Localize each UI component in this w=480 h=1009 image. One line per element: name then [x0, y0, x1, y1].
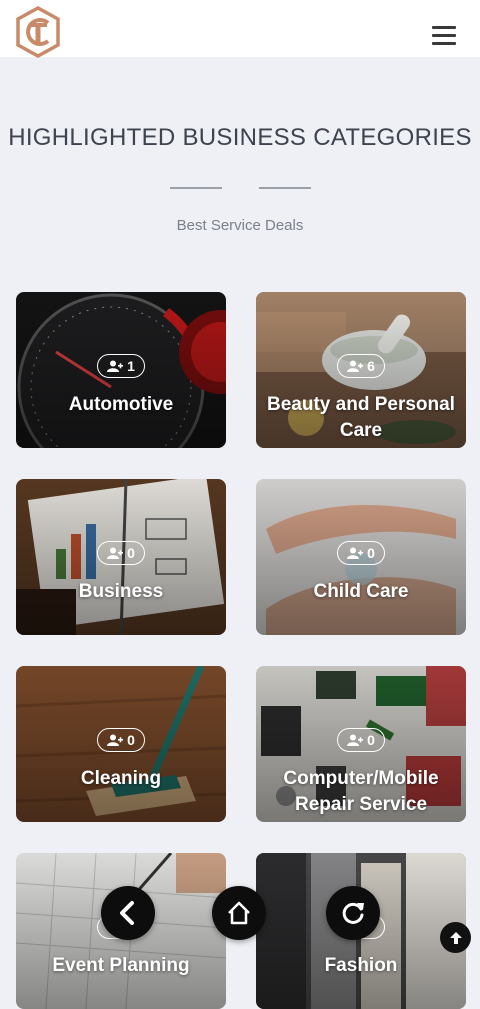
- user-plus-icon: [107, 360, 124, 372]
- user-plus-icon: [107, 547, 124, 559]
- arrow-up-icon: [449, 931, 462, 944]
- listing-count: 1: [127, 358, 135, 374]
- category-name: Cleaning: [80, 768, 162, 789]
- title-divider: [170, 187, 222, 189]
- refresh-button[interactable]: [326, 886, 380, 940]
- category-name: Computer/Mobile Repair Service: [283, 768, 439, 815]
- category-card-automotive[interactable]: 1 Automotive: [16, 292, 226, 448]
- title-divider: [259, 187, 311, 189]
- user-plus-icon: [347, 360, 364, 372]
- hamburger-menu-icon[interactable]: [432, 26, 456, 46]
- listing-count-badge: 0: [97, 728, 145, 752]
- category-card-business[interactable]: 0 Business: [16, 479, 226, 635]
- chevron-left-icon: [120, 901, 134, 925]
- listing-count: 6: [367, 358, 375, 374]
- category-name: Fashion: [324, 955, 398, 976]
- scroll-to-top-button[interactable]: [440, 922, 471, 953]
- listing-count: 0: [127, 732, 135, 748]
- listing-count: 0: [127, 545, 135, 561]
- section-title: HIGHLIGHTED BUSINESS CATEGORIES: [8, 124, 472, 151]
- category-card-child-care[interactable]: 0 Child Care: [256, 479, 466, 635]
- category-name: Event Planning: [52, 955, 190, 976]
- user-plus-icon: [107, 734, 124, 746]
- category-name: Child Care: [313, 581, 409, 602]
- home-button[interactable]: [212, 886, 266, 940]
- category-name: Business: [78, 581, 164, 602]
- category-card-beauty[interactable]: 6 Beauty and Personal Care: [256, 292, 466, 448]
- refresh-icon: [342, 902, 364, 924]
- listing-count-badge: 6: [337, 354, 385, 378]
- category-name: Beauty and Personal Care: [267, 394, 455, 441]
- listing-count-badge: 0: [337, 728, 385, 752]
- user-plus-icon: [347, 547, 364, 559]
- tc-logo-icon[interactable]: [14, 6, 62, 58]
- listing-count: 0: [367, 545, 375, 561]
- category-card-cleaning[interactable]: 0 Cleaning: [16, 666, 226, 822]
- listing-count: 0: [367, 732, 375, 748]
- back-button[interactable]: [101, 886, 155, 940]
- listing-count-badge: 0: [337, 541, 385, 565]
- user-plus-icon: [347, 734, 364, 746]
- listing-count-badge: 1: [97, 354, 145, 378]
- home-icon: [228, 901, 250, 925]
- category-name: Automotive: [68, 394, 174, 415]
- section-subtitle: Best Service Deals: [176, 217, 304, 234]
- listing-count-badge: 0: [97, 541, 145, 565]
- top-bar: [0, 0, 480, 58]
- category-card-computer-repair[interactable]: 0 Computer/Mobile Repair Service: [256, 666, 466, 822]
